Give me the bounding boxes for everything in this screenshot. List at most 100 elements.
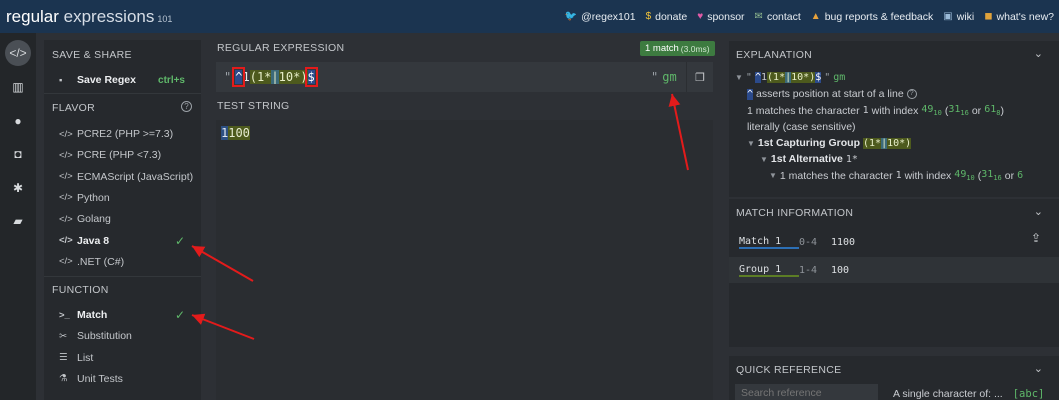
match-info-label: Group 1 bbox=[739, 264, 799, 277]
test-string-editor[interactable]: 1100 bbox=[216, 120, 713, 400]
divider bbox=[44, 276, 201, 277]
flask-icon: ⚗ bbox=[59, 373, 68, 385]
caret-icon: ▼ bbox=[735, 73, 743, 82]
function-item[interactable]: >_ Match ✓ bbox=[59, 306, 199, 324]
group-highlight: 100 bbox=[228, 126, 250, 140]
match-char: 1 bbox=[862, 105, 869, 116]
explanation-panel: EXPLANATION ⌄ ▼ " ^1(1*|10*)$ " gm ^ ass… bbox=[729, 41, 1059, 197]
regex-pattern[interactable]: " ^1(1*|10*)$ bbox=[224, 67, 318, 87]
top-link-warning[interactable]: ▲ bug reports & feedback bbox=[811, 11, 933, 23]
explanation-group: ▼ 1st Capturing Group (1*|10*) bbox=[747, 137, 912, 149]
settings-icon[interactable]: ✱ bbox=[5, 175, 31, 201]
wiki-icon: ▣ bbox=[943, 11, 953, 22]
anchor-text: asserts position at start of a line bbox=[756, 88, 904, 100]
function-label: List bbox=[77, 351, 94, 364]
explanation-match-char: 1 matches the character 1 with index 491… bbox=[747, 104, 1004, 117]
top-bar: regular expressions 101 🐦 @regex101 $ donate… bbox=[0, 0, 1059, 33]
function-label: Match bbox=[77, 309, 108, 321]
index-decimal: 49 bbox=[921, 104, 934, 115]
function-label: Substitution bbox=[77, 330, 132, 343]
group-token-part: 10*) bbox=[887, 137, 912, 149]
list-icon: ☰ bbox=[59, 352, 68, 364]
function-label: Unit Tests bbox=[77, 372, 123, 385]
flavor-item[interactable]: </> PCRE2 (PHP >=7.3) bbox=[59, 125, 199, 143]
copy-regex-button[interactable]: ❐ bbox=[686, 62, 713, 92]
top-links: 🐦 @regex101 $ donate ♥ sponsor ✉ contact ▲ bug re… bbox=[565, 0, 1054, 33]
explanation-root: ▼ " ^1(1*|10*)$ " gm bbox=[735, 72, 846, 83]
code-icon: </> bbox=[59, 171, 73, 183]
news-icon: ◼ bbox=[984, 11, 993, 22]
top-link-twitter[interactable]: 🐦 @regex101 bbox=[565, 11, 636, 23]
flavor-item[interactable]: </> ECMAScript (JavaScript) bbox=[59, 168, 199, 186]
flavor-item[interactable]: </> PCRE (PHP <7.3) bbox=[59, 146, 199, 164]
heart-icon: ♥ bbox=[697, 11, 704, 22]
top-link-news[interactable]: ◼ what's new? bbox=[984, 11, 1054, 23]
test-string-text[interactable]: 1100 bbox=[221, 126, 250, 140]
chat-icon[interactable]: ▰ bbox=[5, 208, 31, 234]
flavor-label: Golang bbox=[77, 213, 111, 226]
top-link-heart[interactable]: ♥ sponsor bbox=[697, 11, 744, 23]
quick-reference-search[interactable] bbox=[735, 384, 878, 400]
app-logo[interactable]: regular expressions 101 bbox=[6, 7, 172, 27]
library-icon[interactable]: ▥ bbox=[5, 74, 31, 100]
group-label: 1st Capturing Group bbox=[757, 137, 861, 149]
flavor-item[interactable]: </> Java 8 ✓ bbox=[59, 232, 199, 250]
help-icon[interactable]: ? bbox=[181, 101, 192, 112]
top-link-label: what's new? bbox=[996, 10, 1054, 23]
regex-input[interactable]: " ^1(1*|10*)$ bbox=[216, 62, 713, 92]
logo-text-light: expressions bbox=[58, 6, 155, 26]
chevron-down-icon[interactable]: ⌄ bbox=[1034, 205, 1043, 218]
flavor-title: FLAVOR bbox=[52, 102, 96, 114]
top-link-label: @regex101 bbox=[581, 10, 636, 23]
explanation-anchor: ^ asserts position at start of a line ? bbox=[747, 88, 917, 100]
check-icon: ✓ bbox=[174, 308, 185, 322]
with-index-text: with index bbox=[871, 104, 919, 117]
match-info-panel: MATCH INFORMATION ⌄ ⇪ Match 1 0-4 1100 Grou… bbox=[729, 199, 1059, 347]
or-word: or bbox=[971, 104, 982, 117]
help-icon[interactable]: ? bbox=[906, 89, 917, 99]
base-16: 16 bbox=[960, 109, 969, 117]
top-link-mail[interactable]: ✉ contact bbox=[755, 11, 801, 23]
caret-icon: ▼ bbox=[769, 171, 777, 180]
save-icon: ▪ bbox=[59, 74, 63, 86]
regex-token: | bbox=[271, 70, 279, 84]
regex-token: ) bbox=[300, 70, 308, 84]
account-icon[interactable]: ● bbox=[5, 108, 31, 134]
flags-value: gm bbox=[662, 70, 677, 84]
flavor-item[interactable]: </> .NET (C#) bbox=[59, 253, 199, 271]
chevron-down-icon[interactable]: ⌄ bbox=[1034, 362, 1043, 375]
save-regex-button[interactable]: ▪ Save Regex ctrl+s bbox=[59, 71, 199, 89]
flavor-item[interactable]: </> Python bbox=[59, 189, 199, 207]
caret-icon: ▼ bbox=[760, 154, 768, 164]
function-item[interactable]: ✂ Substitution bbox=[59, 327, 199, 345]
function-title: FUNCTION bbox=[52, 284, 109, 296]
flavor-item[interactable]: </> Golang bbox=[59, 210, 199, 228]
regex-token: 1* bbox=[256, 70, 272, 84]
regex-token: 1* bbox=[773, 72, 786, 83]
match-info-range: 0-4 bbox=[799, 236, 818, 248]
alt-base-10: 10 bbox=[966, 174, 975, 182]
explanation-literal: literally (case sensitive) bbox=[747, 121, 856, 133]
regex-token: $ bbox=[815, 72, 822, 83]
divider bbox=[44, 93, 201, 94]
index-hex: 31 bbox=[948, 104, 961, 115]
regex-editor-icon[interactable]: </> bbox=[5, 40, 31, 66]
save-share-title: SAVE & SHARE bbox=[52, 49, 132, 61]
qr-item-token: [abc] bbox=[1012, 388, 1045, 400]
match-info-row: Match 1 0-4 1100 bbox=[729, 229, 1059, 255]
function-item[interactable]: ⚗ Unit Tests bbox=[59, 370, 199, 388]
top-link-dollar[interactable]: $ donate bbox=[646, 11, 688, 23]
function-item[interactable]: ☰ List bbox=[59, 349, 199, 367]
top-link-label: sponsor bbox=[707, 10, 745, 23]
match-info-label: Match 1 bbox=[739, 236, 799, 249]
regex-title: REGULAR EXPRESSION bbox=[217, 42, 345, 54]
quick-reference-item[interactable]: A single character of: ... [abc] bbox=[893, 388, 1044, 400]
quiz-icon[interactable]: ◘ bbox=[5, 141, 31, 167]
explanation-root-regex: ^1(1*|10*)$ bbox=[754, 72, 822, 83]
regex-delimiter-open: " bbox=[224, 70, 232, 84]
top-link-wiki[interactable]: ▣ wiki bbox=[943, 11, 974, 23]
chevron-down-icon[interactable]: ⌄ bbox=[1034, 47, 1043, 60]
terminal-icon: >_ bbox=[59, 309, 70, 321]
logo-version: 101 bbox=[157, 13, 173, 24]
regex-flags[interactable]: " gm bbox=[651, 70, 677, 84]
